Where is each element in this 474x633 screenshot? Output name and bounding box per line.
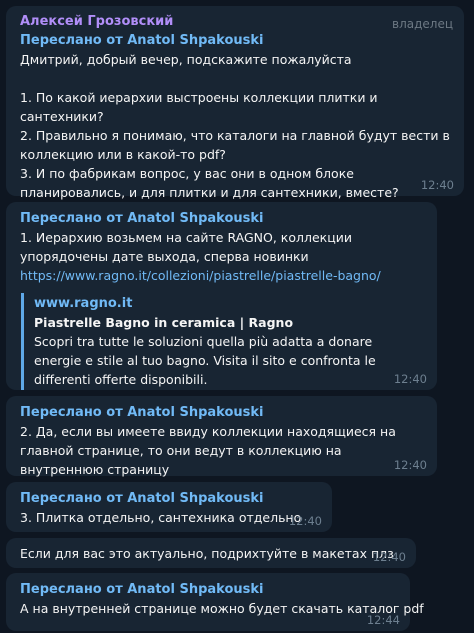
message-time: 12:40 [420,178,454,192]
forwarded-from[interactable]: Переслано от Anatol Shpakouski [20,403,427,422]
message-link[interactable]: https://www.ragno.it/collezioni/piastrel… [20,268,381,283]
link-preview-site[interactable]: www.ragno.it [34,294,393,313]
message-text: Если для вас это актуально, подрихтуйте … [20,546,394,561]
link-preview-title: Piastrelle Bagno in ceramica | Ragno [34,315,294,330]
message-text: 2. Да, если вы имеете ввиду коллекции на… [20,424,400,477]
forwarded-from[interactable]: Переслано от Anatol Shpakouski [20,489,322,508]
link-preview-description: Scopri tra tutte le soluzioni quella più… [34,334,376,387]
owner-badge: владелец [392,17,453,31]
sender-name[interactable]: Алексей Грозовский [20,13,454,31]
message-text: 1. Иерархию возьмем на сайте RAGNO, колл… [20,228,427,285]
forwarded-from[interactable]: Переслано от Anatol Shpakouski [20,580,400,599]
link-preview[interactable]: www.ragno.it Piastrelle Bagno in ceramic… [21,293,401,390]
message-bubble[interactable]: Переслано от Anatol Shpakouski 1. Иерарх… [6,202,437,390]
message-bubble[interactable]: Переслано от Anatol Shpakouski А на внут… [6,573,424,631]
message-bubble[interactable]: Переслано от Anatol Shpakouski 2. Да, ес… [6,396,437,477]
message-text: Дмитрий, добрый вечер, подскажите пожалу… [20,52,450,200]
message-time: 12:44 [366,613,400,627]
message-bubble[interactable]: Переслано от Anatol Shpakouski 3. Плитка… [6,482,332,532]
message-text: 3. Плитка отдельно, сантехника отдельно [20,510,302,525]
forwarded-from[interactable]: Переслано от Anatol Shpakouski [20,209,427,228]
message-time: 12:40 [288,514,322,528]
message-bubble[interactable]: Алексей Грозовский владелец Переслано от… [6,6,464,200]
message-time: 12:40 [393,458,427,472]
message-time: 12:40 [372,550,406,564]
message-text: А на внутренней странице можно будет ска… [20,601,424,616]
forwarded-from[interactable]: Переслано от Anatol Shpakouski [20,31,454,50]
message-bubble[interactable]: Если для вас это актуально, подрихтуйте … [6,538,416,568]
message-text-body: 1. Иерархию возьмем на сайте RAGNO, колл… [20,230,356,264]
message-time: 12:40 [393,372,427,386]
